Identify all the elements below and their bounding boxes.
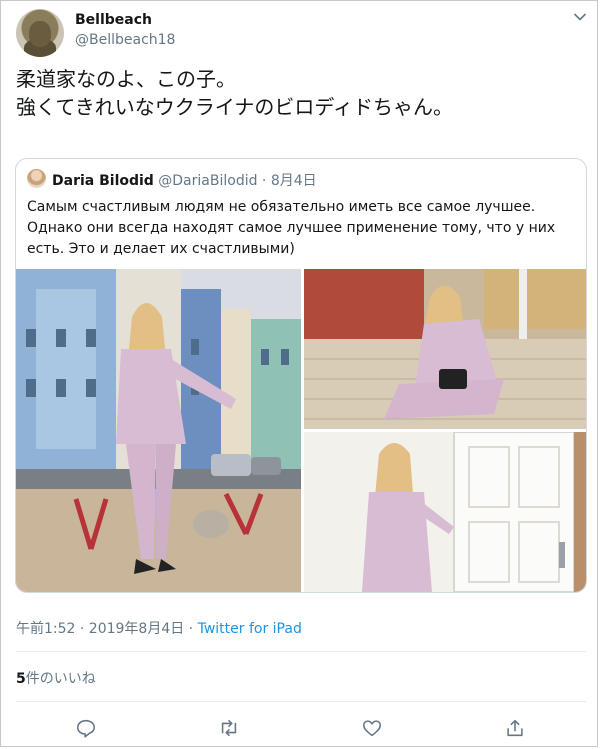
like-icon[interactable] bbox=[361, 717, 383, 739]
reply-icon[interactable] bbox=[75, 717, 97, 739]
chevron-down-icon[interactable] bbox=[572, 9, 588, 25]
likes-count: 5 bbox=[16, 671, 26, 687]
tweet-text: 柔道家なのよ、この子。 強くてきれいなウクライナのビロディドちゃん。 bbox=[16, 67, 453, 119]
tweet-meta: 午前1:52 · 2019年8月4日 · Twitter for iPad bbox=[16, 618, 302, 638]
tweet-timestamp[interactable]: 午前1:52 · 2019年8月4日 · bbox=[16, 621, 198, 637]
quoted-photo[interactable] bbox=[304, 269, 586, 429]
author-avatar[interactable] bbox=[16, 9, 64, 57]
quoted-author-name: Daria Bilodid bbox=[52, 173, 154, 189]
quoted-separator: · bbox=[257, 173, 271, 189]
likes-summary[interactable]: 5件のいいね bbox=[16, 668, 96, 688]
author-handle[interactable]: @Bellbeach18 bbox=[75, 32, 175, 48]
quoted-author-handle: @DariaBilodid bbox=[158, 173, 258, 189]
quoted-avatar bbox=[27, 169, 46, 188]
quoted-header: Daria Bilodid @DariaBilodid · 8月4日 bbox=[52, 170, 317, 190]
quoted-text: Самым счастливым людям не обязательно им… bbox=[27, 199, 556, 257]
divider bbox=[16, 701, 586, 702]
share-icon[interactable] bbox=[504, 717, 526, 739]
divider bbox=[16, 651, 586, 652]
quoted-photo[interactable] bbox=[16, 269, 301, 592]
quoted-tweet[interactable]: Daria Bilodid @DariaBilodid · 8月4日 Самым… bbox=[15, 158, 587, 593]
quoted-date: 8月4日 bbox=[270, 173, 317, 189]
likes-label: 件のいいね bbox=[25, 671, 96, 687]
author-name[interactable]: Bellbeach bbox=[75, 12, 152, 28]
retweet-icon[interactable] bbox=[218, 717, 240, 739]
tweet-card: Bellbeach @Bellbeach18 柔道家なのよ、この子。 強くてきれ… bbox=[0, 0, 598, 747]
quoted-photo[interactable] bbox=[304, 432, 586, 592]
tweet-source-link[interactable]: Twitter for iPad bbox=[198, 621, 302, 637]
